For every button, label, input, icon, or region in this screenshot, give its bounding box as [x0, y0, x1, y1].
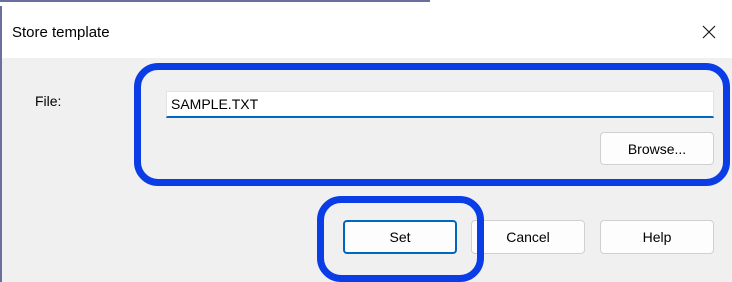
file-label: File: — [35, 93, 62, 109]
help-button[interactable]: Help — [600, 220, 714, 254]
set-button[interactable]: Set — [343, 220, 457, 254]
background-window-edge — [0, 0, 430, 2]
screen: Store template File: Browse... Set Cance… — [0, 0, 732, 282]
close-icon — [702, 25, 716, 39]
dialog-titlebar[interactable]: Store template — [2, 6, 732, 58]
close-button[interactable] — [686, 6, 732, 58]
file-input[interactable] — [166, 91, 714, 118]
browse-button[interactable]: Browse... — [600, 132, 714, 165]
dialog-title: Store template — [12, 24, 110, 41]
file-section-highlight — [134, 63, 730, 186]
cancel-button[interactable]: Cancel — [471, 220, 585, 254]
dialog-body: File: Browse... Set Cancel Help — [2, 58, 732, 282]
